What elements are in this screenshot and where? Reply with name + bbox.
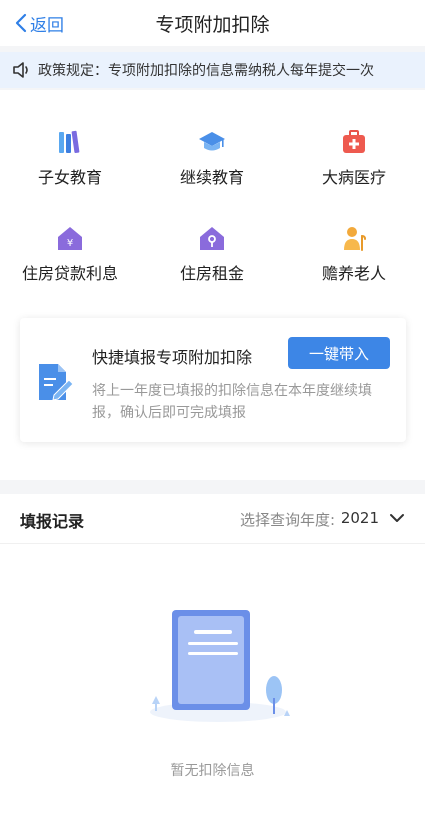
svg-text:¥: ¥ — [67, 238, 73, 249]
notice-text: 政策规定：专项附加扣除的信息需纳税人每年提交一次 — [38, 63, 374, 79]
quick-fill-card: 快捷填报专项附加扣除 一键带入 将上一年度已填报的扣除信息在本年度继续填报，确认… — [20, 318, 406, 442]
speaker-icon — [13, 62, 28, 78]
one-click-import-button[interactable]: 一键带入 — [288, 337, 390, 369]
year-selector-value[interactable]: 2021 — [341, 509, 379, 527]
category-housing-rent[interactable]: 住房租金 — [142, 224, 282, 284]
category-label: 继续教育 — [179, 168, 244, 187]
filing-records-section: 填报记录 选择查询年度: 2021 暂无扣除信息 — [0, 494, 425, 816]
category-serious-illness[interactable]: 大病医疗 — [284, 128, 424, 188]
house-yuan-icon: ¥ — [58, 227, 82, 250]
category-label: 大病医疗 — [321, 168, 386, 187]
chevron-down-icon[interactable] — [389, 512, 405, 524]
policy-notice: 政策规定：专项附加扣除的信息需纳税人每年提交一次 — [0, 52, 425, 88]
graduation-cap-icon — [199, 132, 225, 151]
category-continuing-education[interactable]: 继续教育 — [142, 128, 282, 188]
page-title: 专项附加扣除 — [155, 14, 270, 36]
medical-kit-icon — [343, 130, 365, 153]
house-key-icon — [200, 227, 224, 250]
empty-document-illustration — [150, 610, 290, 722]
category-children-education[interactable]: 子女教育 — [0, 128, 140, 188]
category-mortgage-interest[interactable]: ¥ 住房贷款利息 — [0, 224, 140, 284]
category-label: 子女教育 — [37, 168, 102, 187]
year-selector-label: 选择查询年度: — [239, 511, 335, 529]
category-label: 赡养老人 — [321, 264, 386, 283]
records-header: 填报记录 选择查询年度: 2021 — [0, 494, 425, 544]
category-elderly-support[interactable]: 赡养老人 — [284, 224, 424, 284]
elderly-icon — [344, 227, 366, 251]
empty-state-text: 暂无扣除信息 — [170, 763, 255, 779]
category-label: 住房租金 — [179, 264, 244, 283]
quick-fill-title: 快捷填报专项附加扣除 — [92, 348, 253, 367]
quick-fill-description: 将上一年度已填报的扣除信息在本年度继续填报，确认后即可完成填报 — [92, 383, 372, 421]
category-label: 住房贷款利息 — [21, 264, 118, 283]
form-edit-icon — [39, 364, 74, 401]
top-nav-bar: 返回 专项附加扣除 — [0, 0, 425, 46]
books-icon — [59, 130, 80, 154]
records-title: 填报记录 — [20, 512, 85, 531]
